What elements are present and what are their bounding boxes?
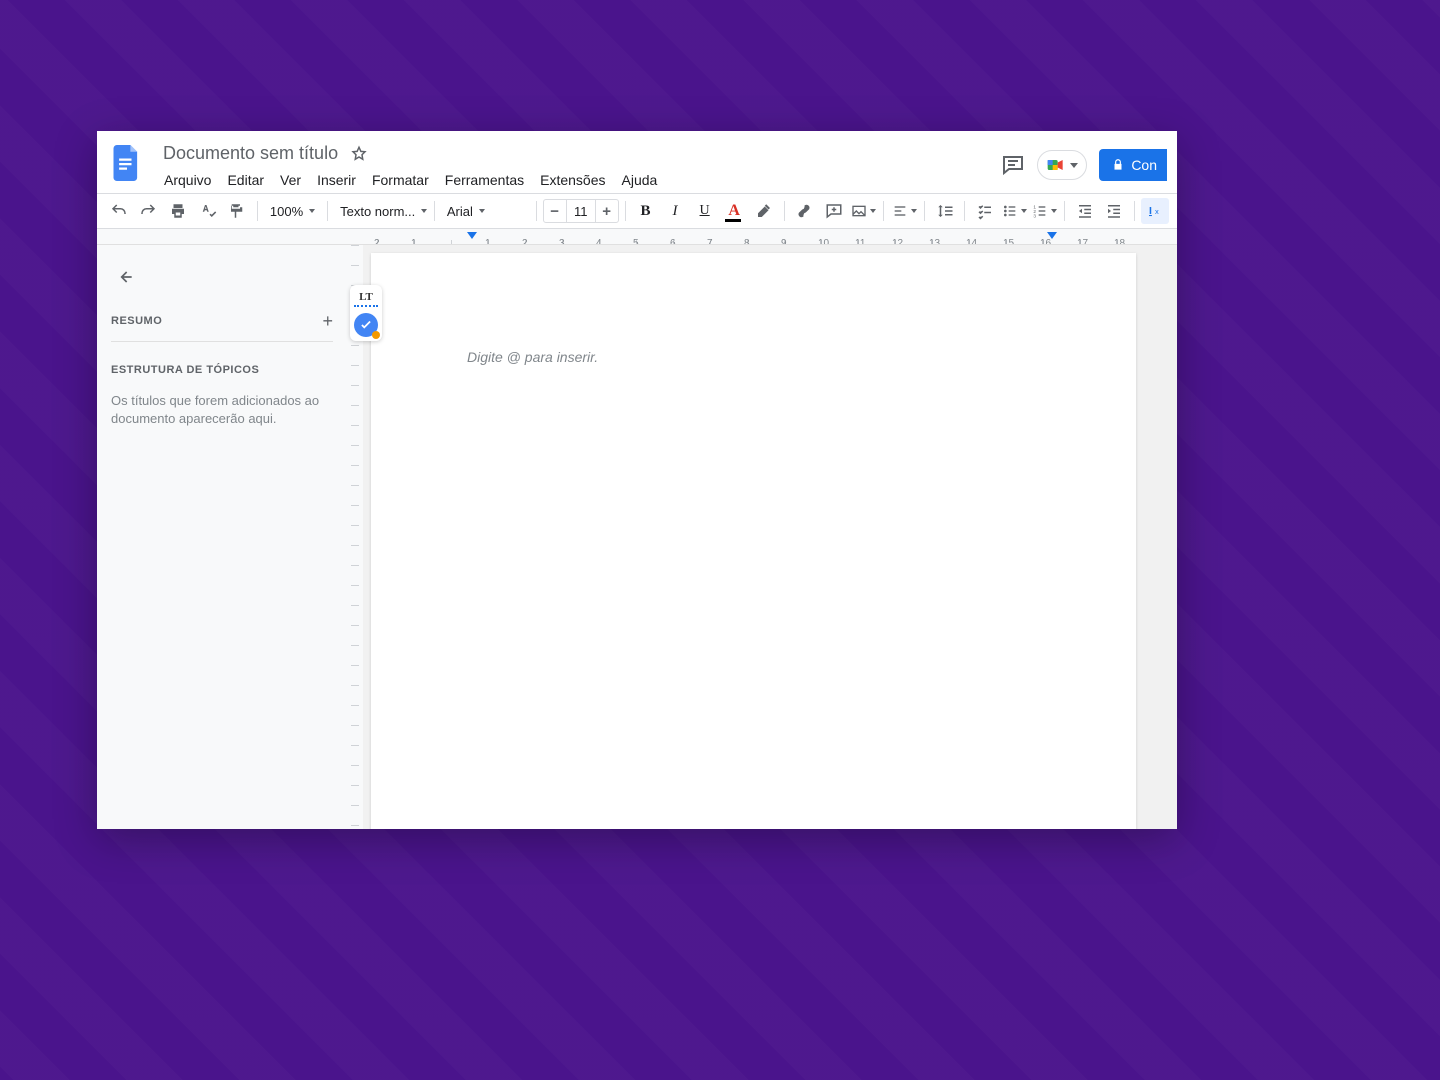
meet-icon	[1046, 155, 1066, 175]
redo-button[interactable]	[135, 198, 163, 224]
header-actions: Con	[1001, 139, 1177, 181]
insert-comment-button[interactable]	[820, 198, 848, 224]
font-size-increase[interactable]: +	[596, 200, 618, 222]
font-size-group: − +	[543, 199, 619, 223]
star-icon[interactable]	[350, 145, 368, 163]
menu-ver[interactable]: Ver	[273, 168, 308, 192]
font-size-decrease[interactable]: −	[544, 200, 566, 222]
toolbar-separator	[327, 201, 328, 221]
menu-formatar[interactable]: Formatar	[365, 168, 436, 192]
outline-collapse-button[interactable]	[111, 263, 139, 291]
toolbar-separator	[1134, 201, 1135, 221]
caret-down-icon	[421, 209, 427, 213]
align-button[interactable]	[890, 198, 918, 224]
caret-down-icon	[309, 209, 315, 213]
spellcheck-button[interactable]	[194, 198, 222, 224]
title-area: Documento sem título Arquivo Editar Ver …	[153, 139, 1001, 196]
toolbar-separator	[924, 201, 925, 221]
docs-icon	[113, 145, 141, 181]
numbered-list-button[interactable]: 123	[1031, 198, 1059, 224]
undo-button[interactable]	[105, 198, 133, 224]
caret-down-icon	[911, 209, 917, 213]
toolbar-separator	[1064, 201, 1065, 221]
text-color-button[interactable]: A	[720, 198, 748, 224]
header: Documento sem título Arquivo Editar Ver …	[97, 131, 1177, 193]
svg-text:I: I	[1149, 205, 1152, 217]
caret-down-icon	[1070, 163, 1078, 168]
caret-down-icon	[1051, 209, 1057, 213]
body-area: RESUMO + ESTRUTURA DE TÓPICOS Os títulos…	[97, 245, 1177, 829]
toolbar-separator	[257, 201, 258, 221]
arrow-left-icon	[115, 267, 135, 287]
left-indent-marker[interactable]	[467, 232, 477, 239]
menu-arquivo[interactable]: Arquivo	[157, 168, 218, 192]
outline-panel: RESUMO + ESTRUTURA DE TÓPICOS Os títulos…	[97, 245, 347, 829]
share-button[interactable]: Con	[1099, 149, 1167, 181]
horizontal-ruler[interactable]: 21123456789101112131415161718	[97, 229, 1177, 245]
outline-empty-hint: Os títulos que forem adicionados ao docu…	[111, 382, 333, 428]
font-family-combo[interactable]: Arial	[441, 198, 530, 224]
right-indent-marker[interactable]	[1047, 232, 1057, 239]
docs-logo[interactable]	[109, 145, 145, 181]
print-button[interactable]	[164, 198, 192, 224]
toolbar: 100% Texto norm... Arial − + B I U A	[97, 193, 1177, 229]
caret-down-icon	[1021, 209, 1027, 213]
menubar: Arquivo Editar Ver Inserir Formatar Ferr…	[153, 168, 1001, 196]
grammar-check-badge[interactable]	[354, 313, 378, 337]
highlight-button[interactable]	[750, 198, 778, 224]
menu-inserir[interactable]: Inserir	[310, 168, 363, 192]
caret-down-icon	[870, 209, 876, 213]
font-size-input[interactable]	[566, 200, 596, 222]
insert-link-button[interactable]	[791, 198, 819, 224]
toolbar-separator	[625, 201, 626, 221]
document-title[interactable]: Documento sem título	[159, 141, 342, 166]
docs-window: Documento sem título Arquivo Editar Ver …	[97, 131, 1177, 829]
paint-format-button[interactable]	[223, 198, 251, 224]
svg-text:3: 3	[1033, 214, 1036, 219]
zoom-value: 100%	[270, 204, 303, 219]
increase-indent-button[interactable]	[1101, 198, 1129, 224]
toolbar-separator	[434, 201, 435, 221]
checklist-button[interactable]	[971, 198, 999, 224]
comment-history-icon[interactable]	[1001, 153, 1025, 177]
extension-badges: LT	[350, 285, 382, 341]
paragraph-style-value: Texto norm...	[340, 204, 415, 219]
languagetool-badge[interactable]: LT	[354, 289, 378, 307]
menu-ajuda[interactable]: Ajuda	[615, 168, 665, 192]
document-scroll-area[interactable]: Digite @ para inserir.	[363, 245, 1177, 829]
bold-button[interactable]: B	[632, 198, 660, 224]
check-icon	[359, 318, 373, 332]
toolbar-separator	[784, 201, 785, 221]
insert-image-button[interactable]	[850, 198, 878, 224]
font-family-value: Arial	[447, 204, 473, 219]
decrease-indent-button[interactable]	[1071, 198, 1099, 224]
menu-ferramentas[interactable]: Ferramentas	[438, 168, 531, 192]
svg-text:x: x	[1155, 207, 1159, 216]
italic-button[interactable]: I	[661, 198, 689, 224]
document-page[interactable]: Digite @ para inserir.	[371, 253, 1136, 829]
share-label: Con	[1131, 157, 1157, 173]
add-summary-button[interactable]: +	[322, 311, 333, 332]
clear-formatting-button[interactable]: Ix	[1141, 198, 1169, 224]
zoom-combo[interactable]: 100%	[264, 198, 321, 224]
outline-section-label: ESTRUTURA DE TÓPICOS	[111, 358, 333, 382]
caret-down-icon	[479, 209, 485, 213]
underline-button[interactable]: U	[691, 198, 719, 224]
line-spacing-button[interactable]	[931, 198, 959, 224]
paragraph-style-combo[interactable]: Texto norm...	[334, 198, 428, 224]
bulleted-list-button[interactable]	[1001, 198, 1029, 224]
menu-extensoes[interactable]: Extensões	[533, 168, 612, 192]
lock-icon	[1111, 158, 1125, 172]
menu-editar[interactable]: Editar	[220, 168, 271, 192]
meet-button[interactable]	[1037, 150, 1087, 180]
summary-section-label: RESUMO	[111, 309, 162, 333]
toolbar-separator	[536, 201, 537, 221]
toolbar-separator	[964, 201, 965, 221]
editor-placeholder: Digite @ para inserir.	[467, 349, 598, 365]
toolbar-separator	[883, 201, 884, 221]
